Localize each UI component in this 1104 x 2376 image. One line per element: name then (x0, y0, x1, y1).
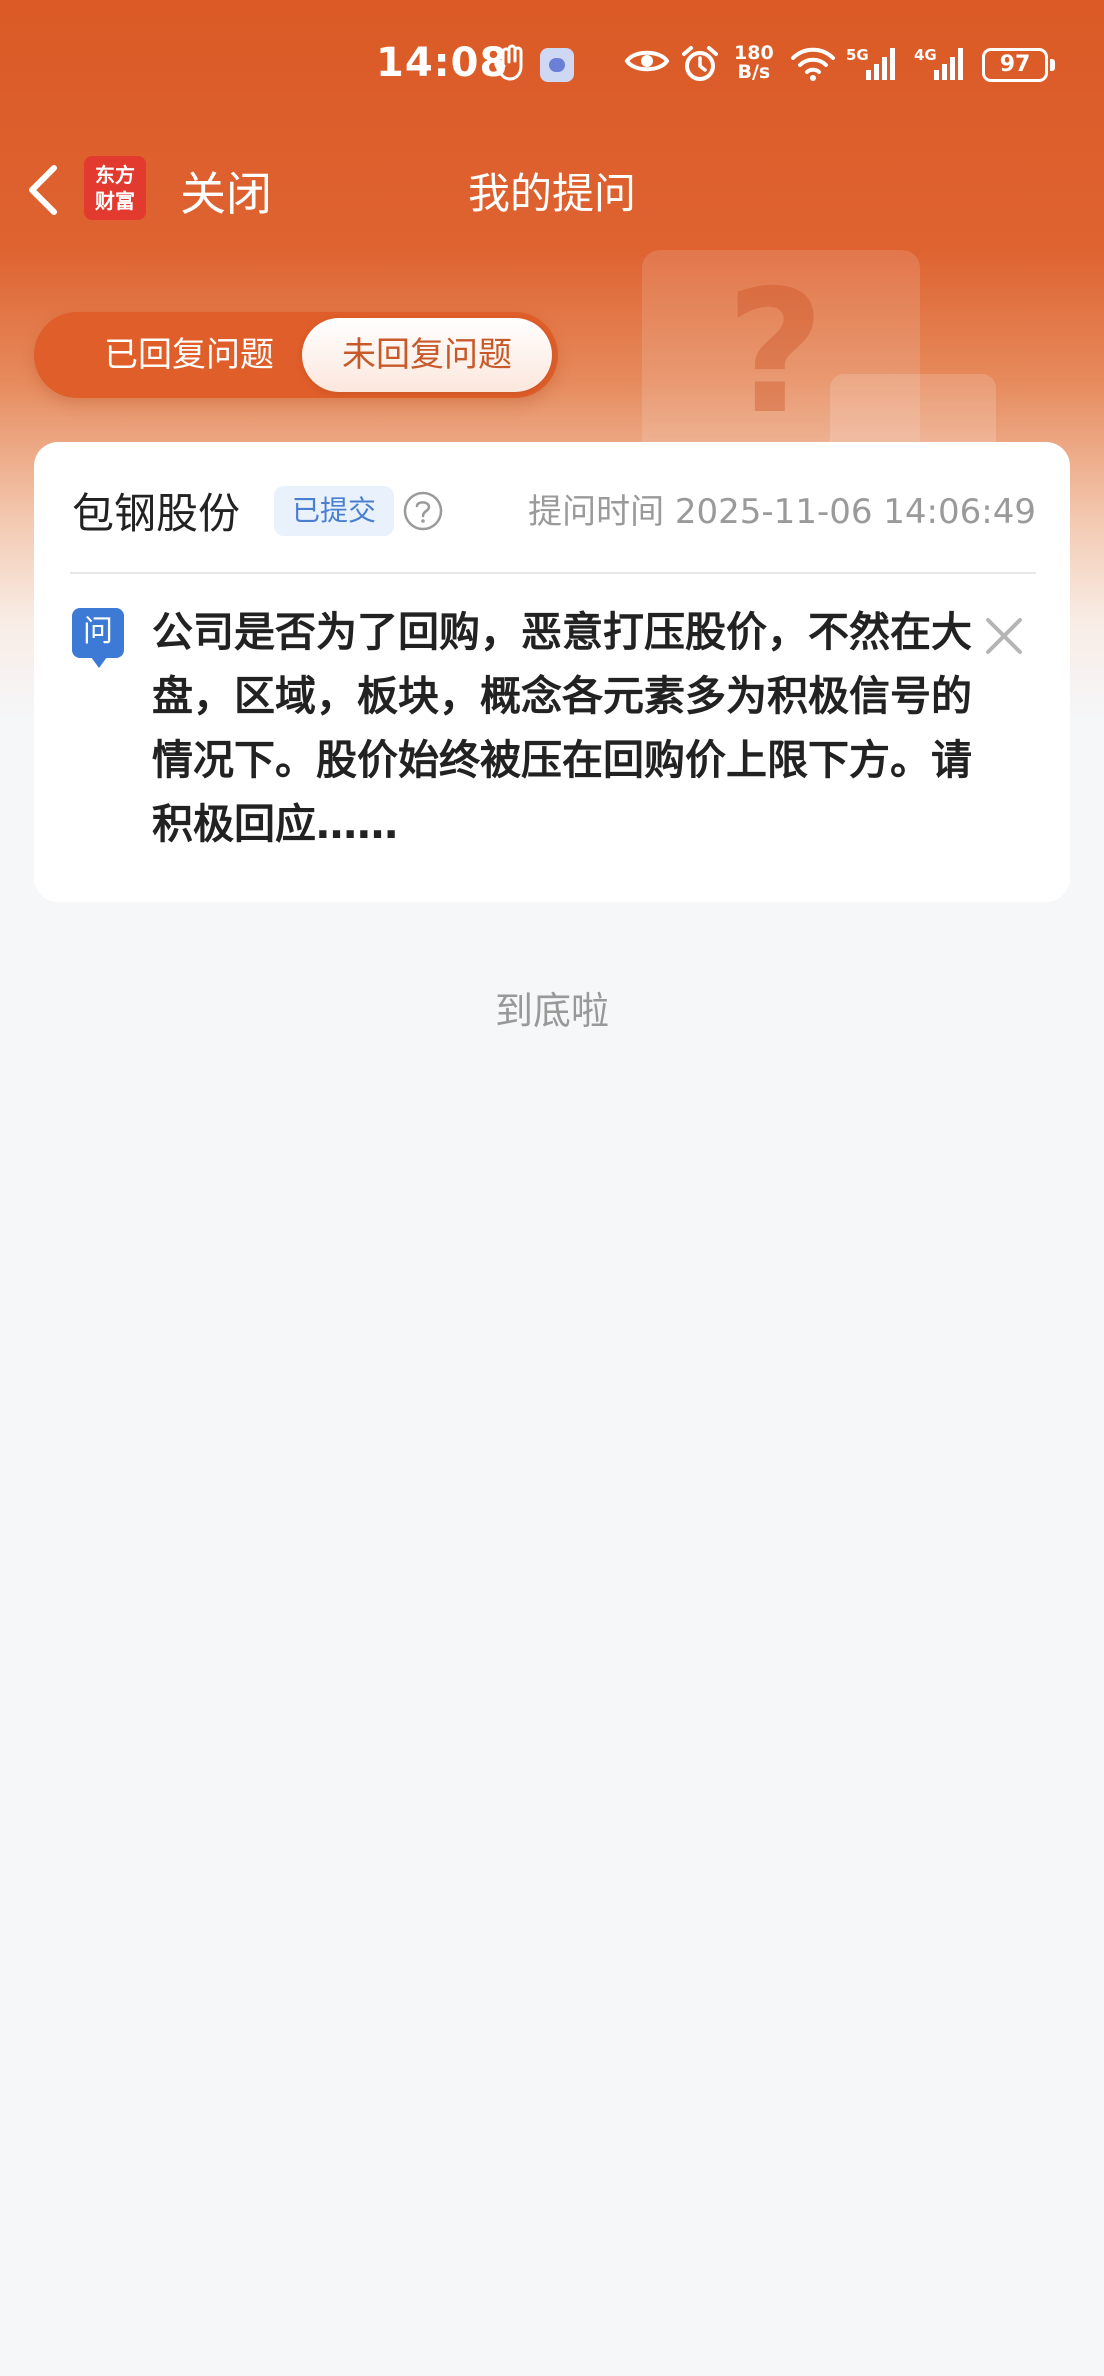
tab-answered[interactable]: 已回复问题 (44, 312, 334, 398)
close-icon[interactable] (982, 614, 1026, 658)
stock-name: 包钢股份 (72, 489, 241, 538)
page-title: 我的提问 (467, 169, 636, 218)
question-card[interactable]: 包钢股份 已提交 提问时间 2025-11-06 14:06:49 问 公司是否… (34, 442, 1070, 902)
status-bar: 14:08 180 B/s 5G 4G 97 (0, 0, 1104, 132)
status-badge: 已提交 (274, 486, 395, 536)
nav-bar: 东方 财富 关闭 我的提问 (0, 140, 1104, 240)
tab-unanswered[interactable]: 未回复问题 (302, 318, 552, 392)
end-of-list-text: 到底啦 (494, 989, 609, 1033)
tab-switcher: 已回复问题 未回复问题 (34, 312, 558, 398)
ask-time: 提问时间 2025-11-06 14:06:49 (528, 492, 1036, 532)
status-time: 14:08 (376, 40, 509, 86)
page: ? 14:08 180 B/s 5G 4G 97 东方 财富 关闭 我的提问 已… (0, 0, 1104, 2376)
network-speed: 180 B/s (734, 42, 774, 83)
alarm-icon (682, 46, 718, 81)
question-text: 公司是否为了回购，恶意打压股价，不然在大盘，区域，板块，概念各元素多为积极信号的… (152, 608, 972, 848)
signal-5g-icon (866, 48, 895, 80)
gesture-icon (494, 44, 523, 81)
eye-icon (624, 50, 670, 72)
question-illustration: ? (640, 248, 1000, 494)
divider (70, 572, 1036, 574)
app-notification-icon (540, 48, 574, 82)
question-badge-icon: 问 (72, 608, 124, 668)
battery-indicator: 97 (982, 48, 1055, 82)
wifi-icon (791, 47, 835, 81)
signal-4g-icon (934, 48, 963, 80)
help-icon[interactable] (402, 490, 444, 532)
